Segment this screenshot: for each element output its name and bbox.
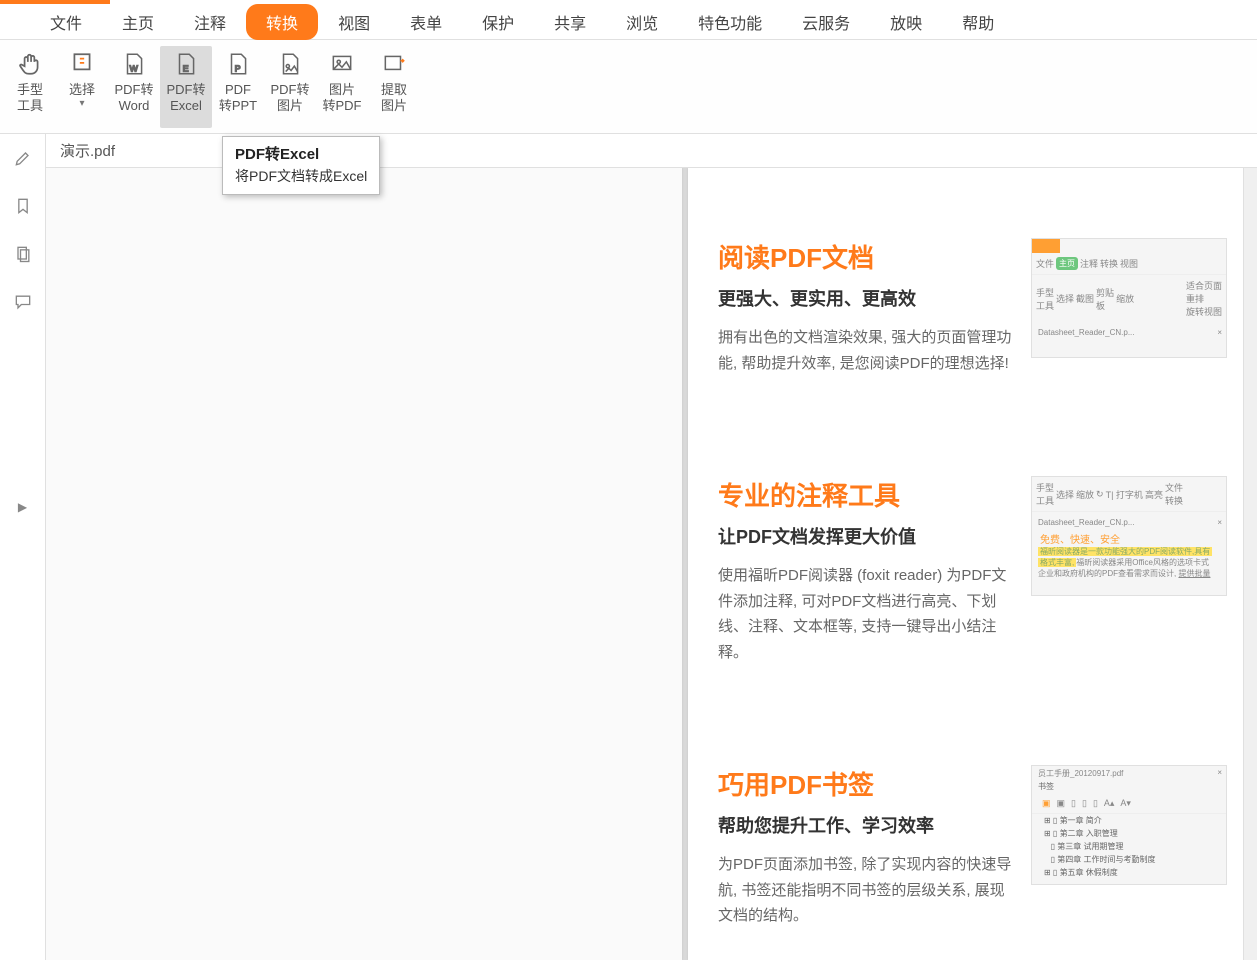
section-subtitle: 让PDF文档发挥更大价值 bbox=[718, 523, 1013, 549]
tooltip-title: PDF转Excel bbox=[235, 143, 367, 164]
menu-browse[interactable]: 浏览 bbox=[606, 4, 678, 40]
menu-cloud[interactable]: 云服务 bbox=[782, 4, 870, 40]
menu-home[interactable]: 主页 bbox=[102, 4, 174, 40]
menu-help[interactable]: 帮助 bbox=[942, 4, 1014, 40]
left-sidebar: ▶ bbox=[0, 134, 46, 960]
hand-icon bbox=[16, 50, 44, 78]
doc-image-icon bbox=[276, 50, 304, 78]
section-thumbnail: 手型工具选择缩放↻T| 打字机高亮文件转换 Datasheet_Reader_C… bbox=[1031, 476, 1227, 596]
tooltip-desc: 将PDF文档转成Excel bbox=[235, 166, 367, 186]
image-to-pdf-label: 图片 转PDF bbox=[322, 82, 361, 114]
extract-images-label: 提取 图片 bbox=[381, 82, 407, 114]
convert-to-word-label: PDF转 Word bbox=[114, 82, 153, 114]
tool-select[interactable]: 选择 ▾ bbox=[56, 46, 108, 128]
pages-icon[interactable] bbox=[13, 244, 33, 264]
section-subtitle: 帮助您提升工作、学习效率 bbox=[718, 812, 1013, 838]
extract-images[interactable]: 提取 图片 bbox=[368, 46, 420, 128]
tool-hand[interactable]: 手型 工具 bbox=[4, 46, 56, 128]
section-thumbnail: 员工手册_20120917.pdf× 书签 ▣▣▯▯▯A▴A▾ ⊞ ▯ 第一章 … bbox=[1031, 765, 1227, 885]
document-view[interactable]: 阅读PDF文档 更强大、更实用、更高效 拥有出色的文档渲染效果, 强大的页面管理… bbox=[46, 168, 1257, 960]
section-title: 阅读PDF文档 bbox=[718, 238, 1013, 275]
section-title: 巧用PDF书签 bbox=[718, 765, 1013, 802]
tool-select-label: 选择 bbox=[69, 82, 95, 98]
tool-hand-label: 手型 工具 bbox=[17, 82, 43, 114]
convert-to-excel[interactable]: E PDF转 Excel bbox=[160, 46, 212, 128]
section-title: 专业的注释工具 bbox=[718, 476, 1013, 513]
menu-features[interactable]: 特色功能 bbox=[678, 4, 782, 40]
convert-to-ppt[interactable]: P PDF 转PPT bbox=[212, 46, 264, 128]
ribbon-toolbar: 手型 工具 选择 ▾ W PDF转 Word E PDF转 Excel P PD… bbox=[0, 40, 1257, 134]
doc-word-icon: W bbox=[120, 50, 148, 78]
document-tab[interactable]: 演示.pdf bbox=[60, 140, 115, 161]
menu-share[interactable]: 共享 bbox=[534, 4, 606, 40]
convert-to-image[interactable]: PDF转 图片 bbox=[264, 46, 316, 128]
menu-file[interactable]: 文件 bbox=[30, 4, 102, 40]
vertical-scrollbar[interactable] bbox=[1243, 168, 1257, 960]
section-subtitle: 更强大、更实用、更高效 bbox=[718, 285, 1013, 311]
chevron-right-icon[interactable]: ▶ bbox=[18, 500, 27, 514]
demo-body: 阅读PDF文档 更强大、更实用、更高效 拥有出色的文档渲染效果, 强大的页面管理… bbox=[688, 168, 1257, 960]
menu-present[interactable]: 放映 bbox=[870, 4, 942, 40]
convert-to-image-label: PDF转 图片 bbox=[270, 82, 309, 114]
svg-text:E: E bbox=[183, 64, 189, 74]
menu-view[interactable]: 视图 bbox=[318, 4, 390, 40]
pencil-icon[interactable] bbox=[13, 148, 33, 168]
section-read: 阅读PDF文档 更强大、更实用、更高效 拥有出色的文档渲染效果, 强大的页面管理… bbox=[718, 238, 1227, 376]
menu-protect[interactable]: 保护 bbox=[462, 4, 534, 40]
bookmark-icon[interactable] bbox=[13, 196, 33, 216]
convert-to-ppt-label: PDF 转PPT bbox=[219, 82, 257, 114]
extract-image-icon bbox=[380, 50, 408, 78]
section-bookmark: 巧用PDF书签 帮助您提升工作、学习效率 为PDF页面添加书签, 除了实现内容的… bbox=[718, 765, 1227, 929]
comment-icon[interactable] bbox=[13, 292, 33, 312]
menu-form[interactable]: 表单 bbox=[390, 4, 462, 40]
menu-convert[interactable]: 转换 bbox=[246, 4, 318, 40]
tooltip-pdf-to-excel: PDF转Excel 将PDF文档转成Excel bbox=[222, 136, 380, 195]
image-doc-icon bbox=[328, 50, 356, 78]
doc-excel-icon: E bbox=[172, 50, 200, 78]
page-demo: 阅读PDF文档 更强大、更实用、更高效 拥有出色的文档渲染效果, 强大的页面管理… bbox=[688, 168, 1257, 960]
section-annotation: 专业的注释工具 让PDF文档发挥更大价值 使用福昕PDF阅读器 (foxit r… bbox=[718, 476, 1227, 665]
svg-text:W: W bbox=[130, 64, 139, 74]
workspace: ▶ 演示.pdf 阅读PDF文档 更强大、更实用、更高效 bbox=[0, 134, 1257, 960]
page-blank bbox=[46, 168, 682, 960]
select-icon bbox=[68, 50, 96, 78]
section-body: 使用福昕PDF阅读器 (foxit reader) 为PDF文件添加注释, 可对… bbox=[718, 563, 1013, 665]
section-body: 拥有出色的文档渲染效果, 强大的页面管理功能, 帮助提升效率, 是您阅读PDF的… bbox=[718, 325, 1013, 376]
convert-to-word[interactable]: W PDF转 Word bbox=[108, 46, 160, 128]
menu-annotate[interactable]: 注释 bbox=[174, 4, 246, 40]
section-thumbnail: 文件主页注释转换视图 手型工具选择截图剪贴板缩放 适合页面重排旋转视图 Data… bbox=[1031, 238, 1227, 358]
image-to-pdf[interactable]: 图片 转PDF bbox=[316, 46, 368, 128]
convert-to-excel-label: PDF转 Excel bbox=[166, 82, 205, 114]
main-area: 演示.pdf 阅读PDF文档 更强大、更实用、更高效 拥有出色的文档渲 bbox=[46, 134, 1257, 960]
menu-bar: 文件 主页 注释 转换 视图 表单 保护 共享 浏览 特色功能 云服务 放映 帮… bbox=[0, 4, 1257, 40]
doc-ppt-icon: P bbox=[224, 50, 252, 78]
chevron-down-icon: ▾ bbox=[79, 98, 84, 109]
section-body: 为PDF页面添加书签, 除了实现内容的快速导航, 书签还能指明不同书签的层级关系… bbox=[718, 852, 1013, 929]
svg-text:P: P bbox=[235, 64, 241, 74]
